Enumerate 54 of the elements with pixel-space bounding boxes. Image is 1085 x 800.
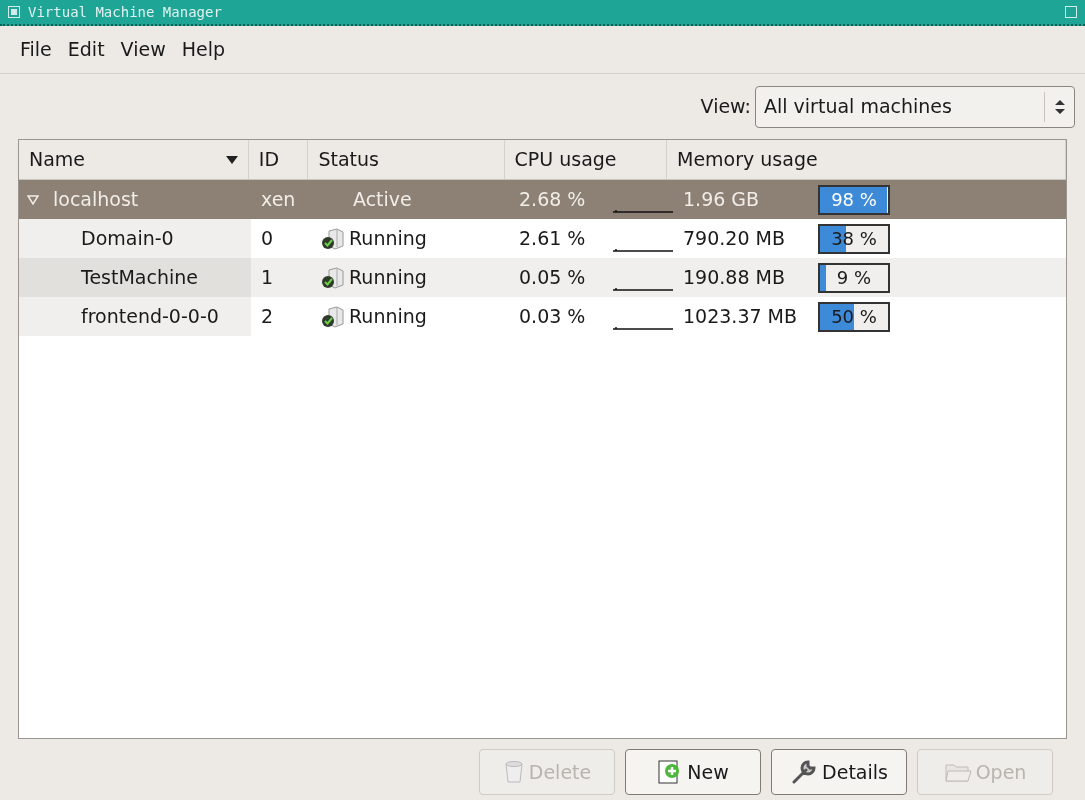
menu-item[interactable]: View — [120, 35, 166, 64]
table-row[interactable]: localhost xen Active 2.68 % 1.96 GB 98 % — [19, 180, 1066, 219]
folder-icon — [943, 761, 972, 783]
memory-percent: 50 % — [831, 305, 877, 329]
running-server-icon — [321, 305, 345, 328]
cpu-sparkline — [613, 326, 673, 330]
vm-id: 2 — [261, 304, 274, 330]
vm-status: Running — [349, 304, 427, 330]
column-header[interactable]: Name — [19, 140, 249, 179]
view-dropdown[interactable]: All virtual machines — [755, 85, 1075, 128]
memory-percent: 9 % — [836, 266, 872, 290]
vm-name: localhost — [53, 187, 139, 213]
menu-item[interactable]: Edit — [67, 35, 105, 64]
wrench-icon — [790, 758, 819, 786]
running-server-icon — [321, 227, 345, 250]
vm-id: 0 — [261, 226, 274, 252]
vm-name: Domain-0 — [81, 226, 174, 252]
memory-usage: 790.20 MB — [683, 226, 786, 252]
vm-name: TestMachine — [81, 265, 198, 291]
trash-icon — [502, 760, 525, 784]
vm-id: xen — [261, 187, 296, 213]
menu-item[interactable]: File — [20, 35, 52, 64]
maximize-icon[interactable] — [1065, 6, 1077, 18]
window-title: Virtual Machine Manager — [28, 2, 222, 22]
cpu-sparkline — [613, 209, 673, 213]
column-header[interactable]: ID — [248, 140, 309, 179]
table-row[interactable]: TestMachine 1 Running 0.05 % 190.88 MB 9 % — [19, 258, 1066, 297]
column-header[interactable]: Status — [308, 140, 505, 179]
cpu-usage: 0.03 % — [519, 304, 586, 330]
view-label: View: — [700, 94, 751, 120]
updown-arrows-icon — [1054, 99, 1065, 114]
vm-name: frontend-0-0-0 — [81, 304, 219, 330]
memory-usage: 190.88 MB — [683, 265, 786, 291]
cpu-sparkline — [613, 248, 673, 252]
memory-percent: 98 % — [831, 188, 877, 212]
cpu-usage: 0.05 % — [519, 265, 586, 291]
vm-id: 1 — [261, 265, 274, 291]
column-header[interactable]: CPU usage — [504, 140, 667, 179]
dropdown-value: All virtual machines — [764, 94, 953, 120]
vm-status: Running — [349, 226, 427, 252]
cpu-sparkline — [613, 287, 673, 291]
running-server-icon — [321, 266, 345, 289]
menu-item[interactable]: Help — [181, 35, 225, 64]
memory-usage: 1.96 GB — [683, 187, 761, 213]
expander-icon[interactable] — [27, 194, 39, 205]
button[interactable]: New — [625, 749, 761, 795]
window-menu-icon[interactable] — [8, 6, 20, 18]
button[interactable]: Details — [771, 749, 907, 795]
cpu-usage: 2.61 % — [519, 226, 586, 252]
vm-status: Active — [353, 187, 412, 213]
memory-usage: 1023.37 MB — [683, 304, 799, 330]
cpu-usage: 2.68 % — [519, 187, 586, 213]
column-header[interactable]: Memory usage — [667, 140, 1066, 179]
vm-status: Running — [349, 265, 427, 291]
